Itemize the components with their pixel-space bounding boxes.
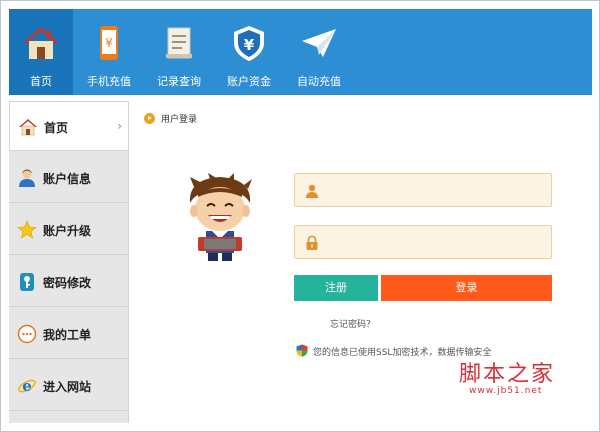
register-button[interactable]: 注册 <box>294 275 378 301</box>
sidebar-item-label: 我的工单 <box>43 328 92 342</box>
home-icon <box>23 27 59 59</box>
sidebar-item-label: 账户信息 <box>43 172 92 186</box>
sidebar-item-label: 首页 <box>44 121 69 135</box>
internet-explorer-icon: e <box>18 377 36 395</box>
chevron-right-icon: › <box>117 119 122 133</box>
login-button[interactable]: 登录 <box>381 275 552 301</box>
user-icon <box>19 169 35 187</box>
sidebar-item-password[interactable]: 密码修改 <box>9 257 129 307</box>
sidebar-item-tickets[interactable]: 我的工单 <box>9 309 129 359</box>
nav-label: 手机充值 <box>87 75 131 88</box>
username-field[interactable] <box>294 173 552 207</box>
sidebar-item-label: 进入网站 <box>43 380 92 394</box>
watermark-url: www.jb51.net <box>469 386 543 396</box>
security-shield-icon <box>296 344 308 357</box>
top-toolbar: 首页 ¥ 手机充值 记录查询 ¥ 账户资金 自动充值 <box>9 9 592 95</box>
phone-recharge-icon: ¥ <box>100 26 118 60</box>
sidebar-item-label: 密码修改 <box>43 276 92 290</box>
watermark-logo: 脚本之家 www.jb51.net <box>451 356 561 408</box>
password-field[interactable] <box>294 225 552 259</box>
watermark-title: 脚本之家 <box>459 362 556 387</box>
nav-item-account-funds[interactable]: ¥ 账户资金 <box>215 9 283 95</box>
nav-label: 自动充值 <box>297 75 341 88</box>
user-icon <box>306 184 318 198</box>
nav-item-records[interactable]: 记录查询 <box>145 9 213 95</box>
username-input[interactable] <box>327 174 547 206</box>
nav-label: 账户资金 <box>227 75 271 88</box>
star-icon <box>17 220 37 239</box>
password-input[interactable] <box>327 226 547 258</box>
home-icon <box>19 119 37 136</box>
paper-plane-icon <box>302 29 336 57</box>
records-icon <box>166 27 192 59</box>
nav-label: 首页 <box>30 75 52 88</box>
account-funds-icon: ¥ <box>234 26 264 61</box>
nav-item-auto-recharge[interactable]: 自动充值 <box>285 9 353 95</box>
nav-label: 记录查询 <box>157 75 201 88</box>
sidebar-item-home[interactable]: 首页 › <box>9 101 129 151</box>
breadcrumb-label: 用户登录 <box>161 115 198 125</box>
arrow-right-circle-icon <box>144 113 155 124</box>
sidebar-item-label: 账户升级 <box>43 224 92 238</box>
svg-text:¥: ¥ <box>105 36 113 50</box>
lock-icon <box>306 235 318 250</box>
sidebar-item-account-upgrade[interactable]: 账户升级 <box>9 205 129 255</box>
sidebar-item-visit-site[interactable]: e 进入网站 <box>9 361 129 411</box>
chat-bubble-icon <box>17 324 37 344</box>
nav-item-home[interactable]: 首页 <box>9 9 73 95</box>
forgot-password-link[interactable]: 忘记密码？ <box>330 317 375 330</box>
sidebar: 首页 › 账户信息 账户升级 密码修改 我的工单 e 进入网站 <box>9 101 129 423</box>
cartoon-avatar <box>189 173 252 261</box>
key-icon <box>20 273 34 291</box>
svg-text:e: e <box>22 377 32 395</box>
nav-item-phone-recharge[interactable]: ¥ 手机充值 <box>75 9 143 95</box>
svg-text:¥: ¥ <box>244 36 255 54</box>
app-window: 首页 ¥ 手机充值 记录查询 ¥ 账户资金 自动充值 首页 › 账户信息 账户升… <box>0 0 600 432</box>
sidebar-item-account-info[interactable]: 账户信息 <box>9 153 129 203</box>
